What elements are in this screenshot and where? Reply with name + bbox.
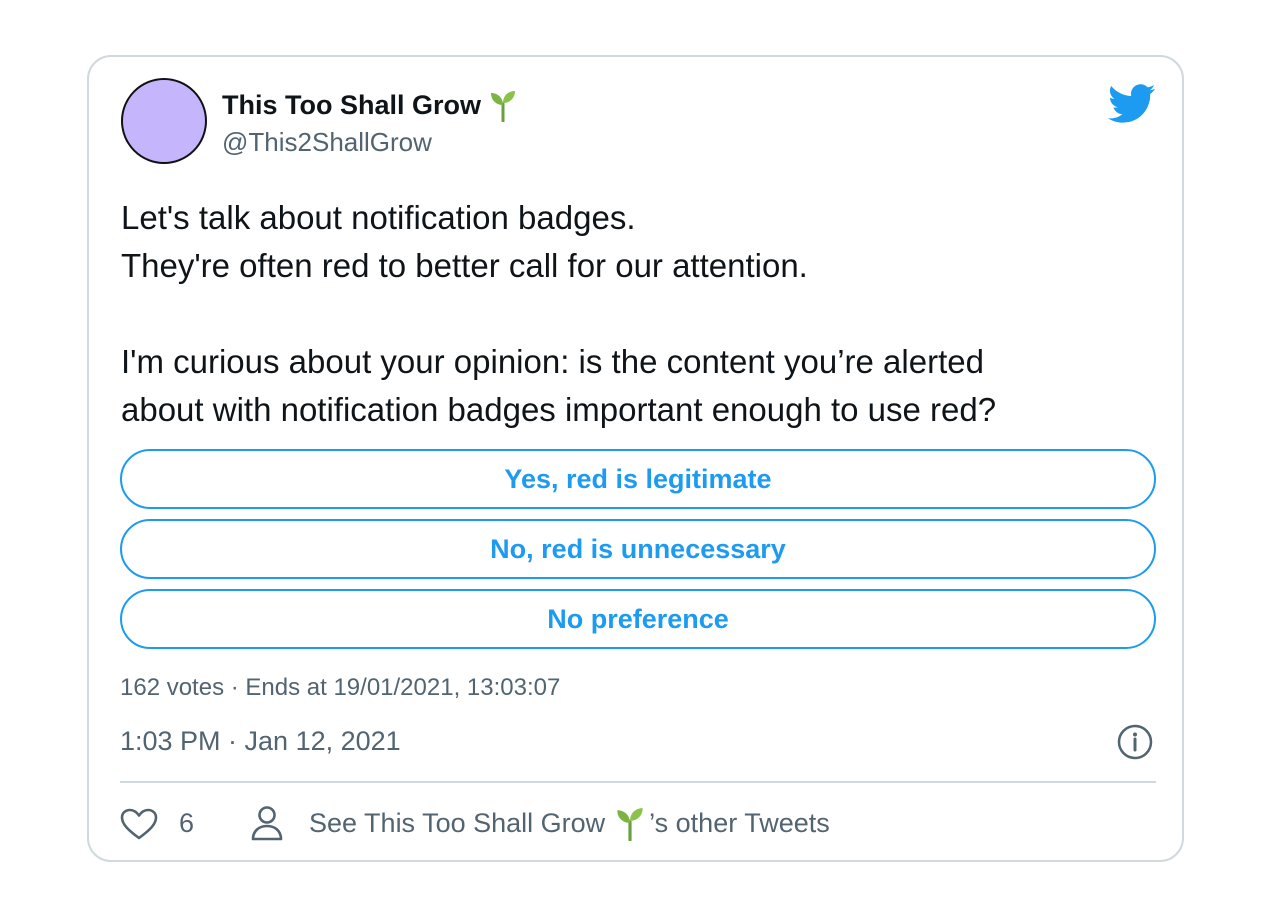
seedling-icon	[491, 91, 516, 122]
seedling-icon	[617, 808, 643, 841]
poll-option-no-preference-button[interactable]: No preference	[120, 589, 1156, 649]
tweet-text: Let's talk about notification badges. Th…	[121, 194, 1161, 434]
author-name[interactable]: This Too Shall Grow	[222, 88, 517, 122]
person-icon[interactable]	[250, 805, 284, 841]
tweet-footer: 6 See This Too Shall Grow ’s other Tweet…	[120, 803, 1156, 843]
avatar[interactable]	[121, 78, 207, 164]
poll-option-no-button[interactable]: No, red is unnecessary	[120, 519, 1156, 579]
like-count[interactable]: 6	[179, 803, 194, 843]
poll: Yes, red is legitimate No, red is unnece…	[120, 449, 1156, 659]
info-icon[interactable]	[1116, 723, 1154, 761]
other-tweets-prefix[interactable]: See This Too Shall Grow	[309, 803, 605, 843]
poll-meta: 162 votes · Ends at 19/01/2021, 13:03:07	[120, 674, 561, 701]
other-tweets-link[interactable]: See This Too Shall Grow ’s other Tweets	[309, 803, 830, 843]
tweet-line: Let's talk about notification badges.	[121, 199, 636, 236]
heart-icon[interactable]	[120, 808, 158, 840]
other-tweets-suffix[interactable]: ’s other Tweets	[649, 803, 830, 843]
divider	[120, 781, 1156, 783]
author-handle[interactable]: @This2ShallGrow	[222, 125, 432, 159]
poll-option-yes-button[interactable]: Yes, red is legitimate	[120, 449, 1156, 509]
tweet-card: This Too Shall Grow @This2ShallGrow Let'…	[87, 55, 1184, 862]
tweet-line: I'm curious about your opinion: is the c…	[121, 343, 984, 380]
author-name-text[interactable]: This Too Shall Grow	[222, 90, 481, 120]
tweet-line: They're often red to better call for our…	[121, 247, 808, 284]
twitter-bird-icon[interactable]	[1108, 84, 1156, 124]
tweet-timestamp[interactable]: 1:03 PM · Jan 12, 2021	[120, 723, 401, 759]
tweet-line: about with notification badges important…	[121, 391, 997, 428]
